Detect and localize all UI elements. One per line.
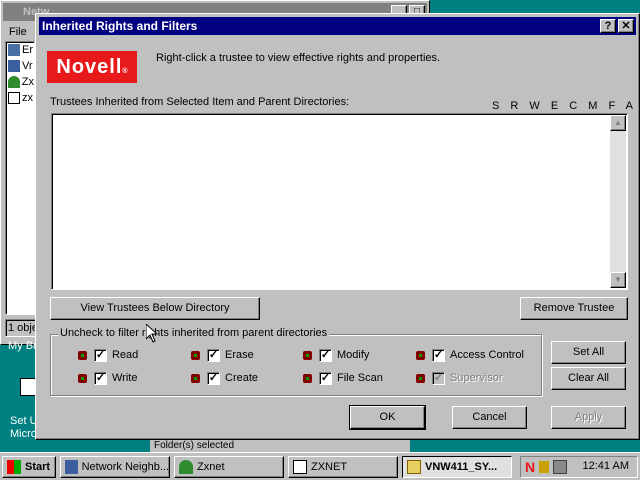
list-item[interactable]: Er [6,42,34,58]
desktop-label-briefcase[interactable]: My Br [8,340,37,352]
desktop-label-setup[interactable]: Set U [10,415,38,427]
cancel-button[interactable]: Cancel [452,406,527,429]
scheduler-icon[interactable] [553,460,567,474]
file-scan-checkbox[interactable]: ✓ [319,371,332,385]
mouse-cursor-icon [146,324,158,343]
clock[interactable]: 12:41 AM [583,460,629,472]
document-icon [293,460,307,474]
list-item[interactable]: Vr [6,58,34,74]
filter-erase[interactable]: ✓ Erase [189,348,254,362]
network-icon [65,460,78,474]
dialog-title: Inherited Rights and Filters [42,19,198,33]
ok-button[interactable]: OK [349,405,426,430]
erase-checkbox[interactable]: ✓ [207,348,220,362]
apply-button: Apply [551,406,626,429]
speaker-icon[interactable] [539,461,549,473]
filter-read[interactable]: ✓ Read [76,348,138,362]
filter-group-label: Uncheck to filter rights inherited from … [58,327,330,339]
scroll-up-icon[interactable]: ▲ [610,115,626,131]
key-icon [76,372,89,385]
task-zxnet-tree[interactable]: Zxnet [174,456,284,478]
task-zxnet[interactable]: ZXNET [288,456,398,478]
trustees-scrollbar[interactable]: ▲ ▼ [610,115,626,288]
taskbar: Start Network Neighb... Zxnet ZXNET VNW4… [0,452,640,480]
trustees-list[interactable]: ▲ ▼ [51,113,628,290]
filter-supervisor: ✓ Supervisor [414,371,503,385]
dialog-title-bar[interactable]: Inherited Rights and Filters ? ✕ [39,17,636,35]
remove-trustee-button[interactable]: Remove Trustee [520,297,628,320]
help-button[interactable]: ? [600,19,616,33]
folder-icon [407,460,421,474]
list-item[interactable]: Zx [6,74,34,90]
close-button[interactable]: ✕ [618,19,634,33]
key-icon [301,372,314,385]
filter-file-scan[interactable]: ✓ File Scan [301,371,383,385]
key-icon [76,349,89,362]
system-tray: N 12:41 AM [520,456,638,478]
filter-write[interactable]: ✓ Write [76,371,137,385]
rights-columns-header: S R W E C M F A [492,100,637,112]
filter-modify[interactable]: ✓ Modify [301,348,369,362]
menu-file[interactable]: File [3,23,27,41]
background-status-text: Folder(s) selected [150,440,410,452]
clear-all-button[interactable]: Clear All [551,367,626,390]
modify-checkbox[interactable]: ✓ [319,348,332,362]
hint-text: Right-click a trustee to view effective … [156,52,441,64]
set-all-button[interactable]: Set All [551,341,626,364]
task-vnw411[interactable]: VNW411_SY... [402,456,512,478]
desktop-label-micro[interactable]: Micro [10,428,37,440]
tree-icon [8,76,20,88]
novell-logo: Novell® [47,51,137,83]
key-icon [189,349,202,362]
inherited-rights-dialog[interactable]: Inherited Rights and Filters ? ✕ Novell®… [35,13,640,440]
access-control-checkbox[interactable]: ✓ [432,348,445,362]
document-icon [8,92,20,104]
create-checkbox[interactable]: ✓ [207,371,220,385]
view-trustees-below-button[interactable]: View Trustees Below Directory [50,297,260,320]
supervisor-checkbox: ✓ [432,371,445,385]
filter-access-control[interactable]: ✓ Access Control [414,348,524,362]
key-icon [414,372,427,385]
novell-n-icon[interactable]: N [525,459,535,475]
key-icon [414,349,427,362]
key-icon [189,372,202,385]
status-bar: 1 obje [5,319,39,337]
filter-rights-group: Uncheck to filter rights inherited from … [50,327,542,396]
key-icon [301,349,314,362]
explorer-list[interactable]: Er Vr Zx zx [5,41,35,315]
server-icon [8,44,20,56]
write-checkbox[interactable]: ✓ [94,371,107,385]
start-button[interactable]: Start [2,456,56,478]
task-network-neighborhood[interactable]: Network Neighb... [60,456,170,478]
list-item[interactable]: zx [6,90,34,106]
tree-icon [179,460,193,474]
windows-logo-icon [7,460,21,474]
trustees-list-label: Trustees Inherited from Selected Item an… [50,96,350,108]
computer-icon [8,60,20,72]
scroll-down-icon[interactable]: ▼ [610,272,626,288]
filter-create[interactable]: ✓ Create [189,371,258,385]
read-checkbox[interactable]: ✓ [94,348,107,362]
